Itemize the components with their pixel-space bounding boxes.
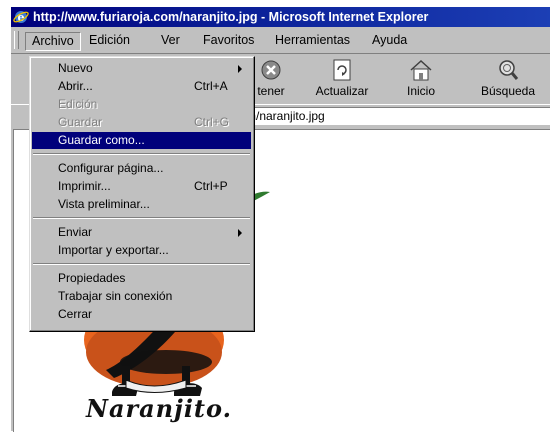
menu-item-guardar: Guardar Ctrl+G: [32, 114, 251, 131]
menubar-grip[interactable]: [14, 31, 19, 49]
menu-item-label: Propiedades: [58, 271, 126, 285]
menu-item-abrir[interactable]: Abrir... Ctrl+A: [32, 78, 251, 95]
window-title: http://www.furiaroja.com/naranjito.jpg -…: [33, 10, 429, 24]
menu-item-label: Edición: [58, 97, 98, 111]
title-bar[interactable]: e http://www.furiaroja.com/naranjito.jpg…: [11, 7, 550, 27]
submenu-arrow-icon: [238, 65, 242, 73]
refresh-label: Actualizar: [315, 84, 369, 98]
menu-item-shortcut: Ctrl+G: [194, 115, 230, 129]
home-icon: [410, 59, 432, 81]
address-input[interactable]: m/naranjito.jpg: [241, 107, 550, 125]
menu-item-edicion: Edición: [32, 96, 251, 113]
menu-favoritos[interactable]: Favoritos: [197, 32, 260, 49]
menu-item-label: Abrir...: [58, 79, 93, 93]
search-button[interactable]: Búsqueda: [473, 56, 543, 102]
menu-separator: [33, 153, 250, 155]
menu-item-configurar-pagina[interactable]: Configurar página...: [32, 160, 251, 177]
menu-item-imprimir[interactable]: Imprimir... Ctrl+P: [32, 178, 251, 195]
menu-item-shortcut: Ctrl+P: [194, 179, 228, 193]
home-label: Inicio: [406, 84, 435, 98]
internet-explorer-icon: e: [13, 11, 29, 24]
menu-archivo[interactable]: Archivo: [25, 32, 81, 51]
menu-separator: [33, 217, 250, 219]
menu-item-label: Configurar página...: [58, 161, 164, 175]
stop-icon: [261, 60, 281, 80]
menu-ayuda[interactable]: Ayuda: [366, 32, 413, 49]
menu-item-label: Enviar: [58, 225, 93, 239]
menu-ver[interactable]: Ver: [155, 32, 186, 49]
menu-item-label: Nuevo: [58, 61, 93, 75]
menu-item-guardar-como[interactable]: Guardar como...: [32, 132, 251, 149]
search-label: Búsqueda: [480, 84, 536, 98]
image-caption: Naranjito.: [86, 394, 232, 423]
menu-bar: Archivo Edición Ver Favoritos Herramient…: [11, 29, 550, 51]
refresh-icon: [333, 59, 351, 81]
menu-item-label: Imprimir...: [58, 179, 111, 193]
menu-item-nuevo[interactable]: Nuevo: [32, 60, 251, 77]
menu-item-cerrar[interactable]: Cerrar: [32, 306, 251, 323]
menu-item-enviar[interactable]: Enviar: [32, 224, 251, 241]
search-icon: [499, 60, 519, 80]
menu-item-label: Trabajar sin conexión: [58, 289, 173, 303]
menu-item-propiedades[interactable]: Propiedades: [32, 270, 251, 287]
menu-item-importar-exportar[interactable]: Importar y exportar...: [32, 242, 251, 259]
menu-item-label: Guardar como...: [58, 133, 145, 147]
menu-item-label: Importar y exportar...: [58, 243, 169, 257]
menu-item-trabajar-sin-conexion[interactable]: Trabajar sin conexión: [32, 288, 251, 305]
archivo-dropdown-menu: Nuevo Abrir... Ctrl+A Edición Guardar Ct…: [29, 56, 255, 332]
submenu-arrow-icon: [238, 229, 242, 237]
menu-herramientas[interactable]: Herramientas: [269, 32, 356, 49]
home-button[interactable]: Inicio: [393, 56, 449, 102]
menu-item-vista-preliminar[interactable]: Vista preliminar...: [32, 196, 251, 213]
menu-item-label: Cerrar: [58, 307, 93, 321]
menu-item-label: Guardar: [58, 115, 103, 129]
refresh-button[interactable]: Actualizar: [307, 56, 377, 102]
menu-item-label: Vista preliminar...: [58, 197, 150, 211]
menu-item-shortcut: Ctrl+A: [194, 79, 228, 93]
menu-separator: [33, 263, 250, 265]
menu-edicion[interactable]: Edición: [83, 32, 136, 49]
